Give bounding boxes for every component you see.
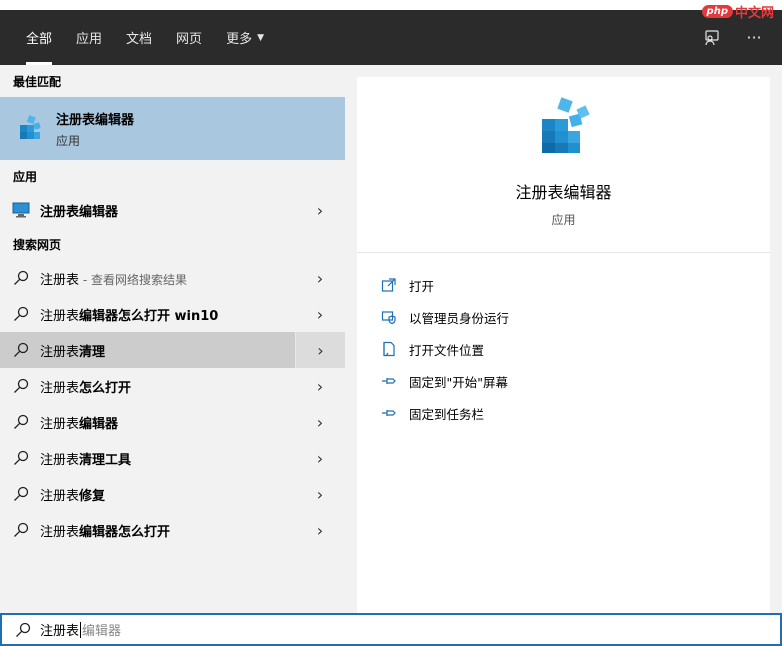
section-web: 搜索网页 [13, 237, 62, 252]
web-result-item[interactable]: 注册表编辑器怎么打开 › [0, 512, 345, 548]
web-result-bold: 编辑器怎么打开 [79, 524, 171, 540]
file-location-icon [381, 341, 409, 357]
action-label: 打开文件位置 [409, 342, 485, 358]
web-result-text: 注册表 [40, 308, 80, 324]
best-match-name: 注册表编辑器 [56, 112, 135, 128]
search-icon [0, 414, 40, 430]
tab-all[interactable]: 全部 [14, 10, 64, 65]
search-icon [0, 270, 40, 286]
action-pin-to-start[interactable]: 固定到"开始"屏幕 [357, 365, 770, 397]
web-result-text: 注册表 [40, 452, 80, 468]
web-result-item[interactable]: 注册表清理 › [0, 332, 345, 368]
results-list: 最佳匹配 注册表编辑器 应用 应用 注册表编辑器 › 搜索网页 注册表 - 查看… [0, 65, 345, 613]
web-result-text: 注册表 [40, 416, 80, 432]
search-icon [0, 486, 40, 502]
web-result-text: 注册表 [40, 524, 80, 540]
web-result-bold: 编辑器 [79, 416, 119, 432]
search-icon [0, 342, 40, 358]
section-best-match: 最佳匹配 [13, 74, 62, 89]
web-result-item[interactable]: 注册表清理工具 › [0, 440, 345, 476]
chevron-right-icon[interactable]: › [295, 512, 345, 548]
chevron-right-icon[interactable]: › [295, 296, 345, 332]
watermark-php: php [701, 4, 733, 18]
chevron-right-icon[interactable]: › [295, 404, 345, 440]
registry-editor-icon [14, 113, 46, 145]
action-pin-to-taskbar[interactable]: 固定到任务栏 [357, 397, 770, 429]
search-header: 全部 应用 文档 网页 更多 ▼ ··· [0, 10, 782, 65]
section-apps: 应用 [13, 169, 38, 184]
tab-documents[interactable]: 文档 [114, 10, 164, 65]
text-cursor [80, 621, 82, 638]
chevron-right-icon[interactable]: › [295, 368, 345, 404]
action-label: 以管理员身份运行 [409, 310, 510, 326]
action-open-file-location[interactable]: 打开文件位置 [357, 333, 770, 365]
ellipsis-icon[interactable]: ··· [744, 28, 764, 48]
search-icon [0, 450, 40, 466]
pin-icon [381, 373, 409, 389]
action-label: 打开 [409, 278, 435, 294]
chevron-right-icon[interactable]: › [295, 260, 345, 296]
preview-actions: 打开 以管理员身份运行 打开文件位置 固定到"开始"屏幕 固定到任务栏 [357, 253, 770, 429]
search-input-text[interactable]: 注册表 [40, 620, 79, 639]
action-run-as-admin[interactable]: 以管理员身份运行 [357, 301, 770, 333]
caret-down-icon: ▼ [257, 32, 264, 43]
tab-label: 全部 [26, 32, 53, 47]
tab-more[interactable]: 更多 ▼ [214, 10, 276, 65]
search-icon [0, 378, 40, 394]
app-result-name: 注册表编辑器 [40, 204, 119, 220]
search-box[interactable]: 注册表 编辑器 [0, 613, 782, 646]
web-result-text: 注册表 [40, 488, 80, 504]
feedback-icon[interactable] [702, 28, 722, 48]
action-label: 固定到"开始"屏幕 [409, 374, 508, 390]
filter-tabs: 全部 应用 文档 网页 更多 ▼ [0, 10, 276, 65]
preview-title: 注册表编辑器 [515, 183, 612, 202]
tab-apps[interactable]: 应用 [64, 10, 114, 65]
web-result-item[interactable]: 注册表 - 查看网络搜索结果 › [0, 260, 345, 296]
tab-web[interactable]: 网页 [164, 10, 214, 65]
monitor-icon [0, 202, 40, 218]
web-result-text: 注册表 [40, 272, 80, 288]
tab-label: 更多 [226, 32, 253, 47]
tab-label: 文档 [126, 32, 153, 47]
best-match-item[interactable]: 注册表编辑器 应用 [0, 97, 345, 160]
chevron-right-icon[interactable]: › [295, 440, 345, 476]
web-result-item[interactable]: 注册表编辑器 › [0, 404, 345, 440]
search-suggestion-text: 编辑器 [82, 624, 122, 639]
chevron-right-icon[interactable]: › [295, 192, 345, 228]
preview-header: 注册表编辑器 应用 [357, 77, 770, 253]
web-result-bold: 编辑器怎么打开 win10 [79, 308, 219, 324]
tab-label: 网页 [176, 32, 203, 47]
best-match-type: 应用 [56, 133, 81, 148]
web-result-bold: 清理 [79, 344, 106, 360]
shield-icon [381, 309, 409, 325]
web-result-item[interactable]: 注册表修复 › [0, 476, 345, 512]
web-result-bold: 清理工具 [79, 452, 132, 468]
action-label: 固定到任务栏 [409, 406, 485, 422]
chevron-right-icon[interactable]: › [295, 476, 345, 512]
watermark-cn: 中文网 [734, 5, 774, 21]
preview-subtitle: 应用 [551, 213, 576, 227]
watermark: php 中文网 [701, 0, 774, 22]
chevron-right-icon[interactable]: › [295, 332, 345, 368]
preview-pane: 注册表编辑器 应用 打开 以管理员身份运行 打开文件位置 固定到"开始"屏幕 固… [357, 77, 770, 613]
registry-editor-icon [534, 95, 594, 157]
web-result-bold: 怎么打开 [79, 380, 132, 396]
web-result-bold: 修复 [79, 488, 106, 504]
action-open[interactable]: 打开 [357, 269, 770, 301]
open-icon [381, 277, 409, 293]
web-result-suffix: - 查看网络搜索结果 [79, 272, 187, 287]
search-icon [0, 306, 40, 322]
desktop-strip [0, 0, 782, 10]
app-result-item[interactable]: 注册表编辑器 › [0, 192, 345, 228]
pin-icon [381, 405, 409, 421]
search-icon [2, 622, 40, 638]
web-result-text: 注册表 [40, 344, 80, 360]
preview-pane-bg: 注册表编辑器 应用 打开 以管理员身份运行 打开文件位置 固定到"开始"屏幕 固… [345, 65, 782, 613]
web-result-item[interactable]: 注册表编辑器怎么打开 win10 › [0, 296, 345, 332]
search-icon [0, 522, 40, 538]
web-result-item[interactable]: 注册表怎么打开 › [0, 368, 345, 404]
tab-label: 应用 [76, 32, 103, 47]
web-result-text: 注册表 [40, 380, 80, 396]
